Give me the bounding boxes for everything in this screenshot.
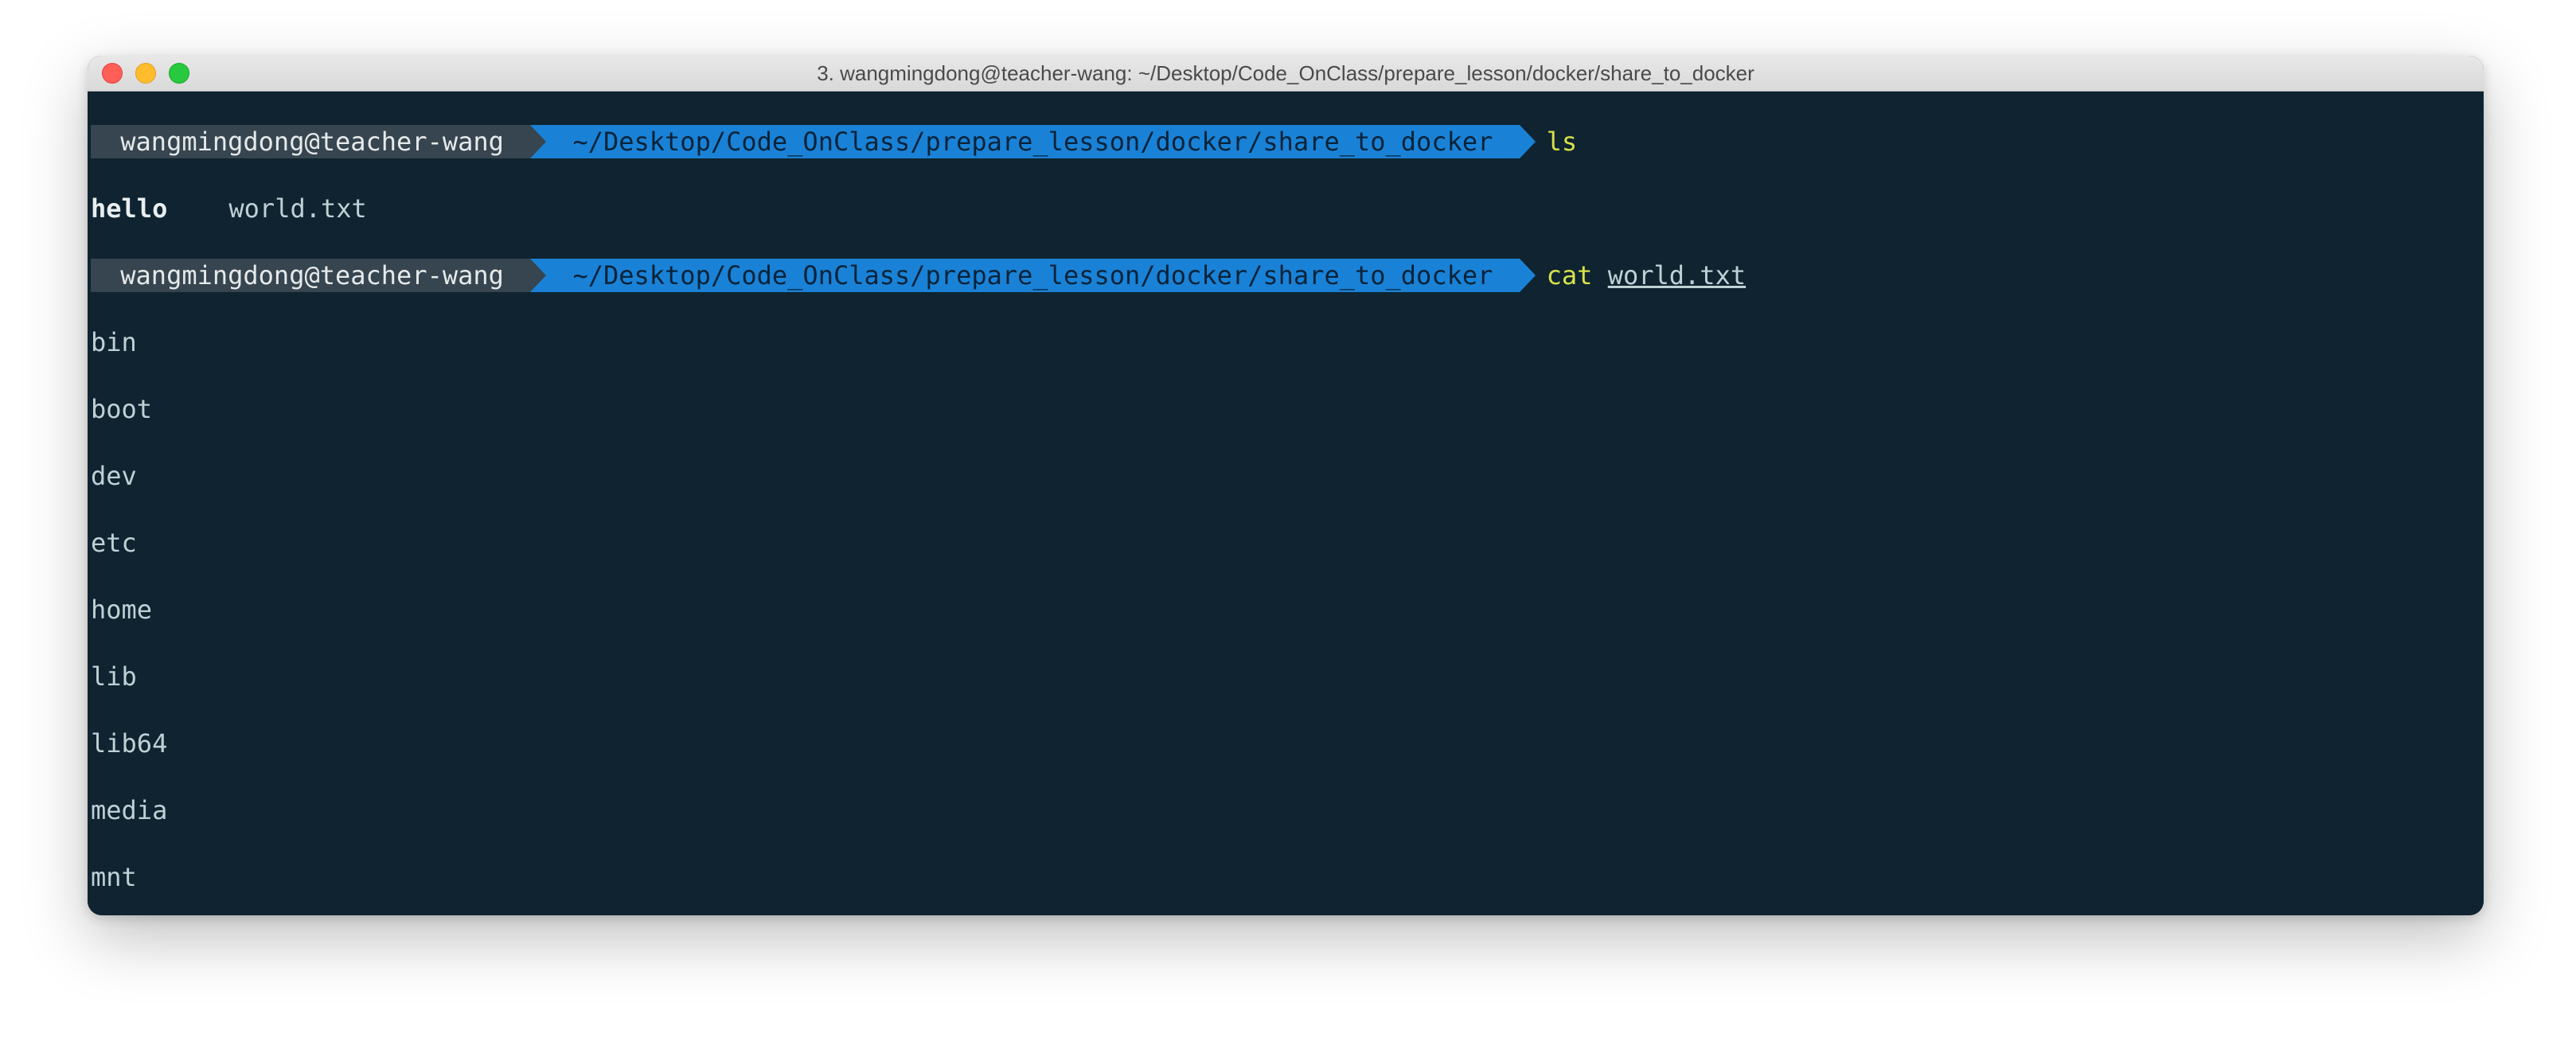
prompt-user-host: wangmingdong@teacher-wang: [91, 125, 530, 158]
ls-item-world-txt: world.txt: [228, 193, 366, 224]
close-window-button[interactable]: [102, 63, 123, 84]
command-cat: cat: [1547, 260, 1593, 291]
prompt-line-2: wangmingdong@teacher-wang ~/Desktop/Code…: [91, 259, 2480, 292]
minimize-window-button[interactable]: [135, 63, 156, 84]
prompt-user-host: wangmingdong@teacher-wang: [91, 259, 530, 292]
output-line: dev: [91, 459, 2480, 493]
output-line: bin: [91, 326, 2480, 359]
output-line: etc: [91, 526, 2480, 560]
output-line: lib64: [91, 727, 2480, 760]
terminal-body[interactable]: wangmingdong@teacher-wang ~/Desktop/Code…: [88, 92, 2484, 915]
window-title: 3. wangmingdong@teacher-wang: ~/Desktop/…: [88, 61, 2484, 86]
prompt-path: ~/Desktop/Code_OnClass/prepare_lesson/do…: [530, 125, 1519, 158]
window-controls: [102, 63, 189, 84]
command-ls: ls: [1547, 127, 1578, 157]
output-line: lib: [91, 660, 2480, 693]
terminal-window: 3. wangmingdong@teacher-wang: ~/Desktop/…: [88, 56, 2484, 915]
prompt-line-1: wangmingdong@teacher-wang ~/Desktop/Code…: [91, 125, 2480, 158]
output-line: mnt: [91, 860, 2480, 894]
output-line: home: [91, 593, 2480, 626]
prompt-path: ~/Desktop/Code_OnClass/prepare_lesson/do…: [530, 259, 1519, 292]
output-line: media: [91, 794, 2480, 827]
output-line: boot: [91, 392, 2480, 426]
ls-item-hello: hello: [91, 193, 167, 224]
command-cat-arg: world.txt: [1608, 260, 1746, 291]
zoom-window-button[interactable]: [169, 63, 189, 84]
titlebar: 3. wangmingdong@teacher-wang: ~/Desktop/…: [88, 56, 2484, 92]
ls-output-line: hello world.txt: [91, 192, 2480, 225]
